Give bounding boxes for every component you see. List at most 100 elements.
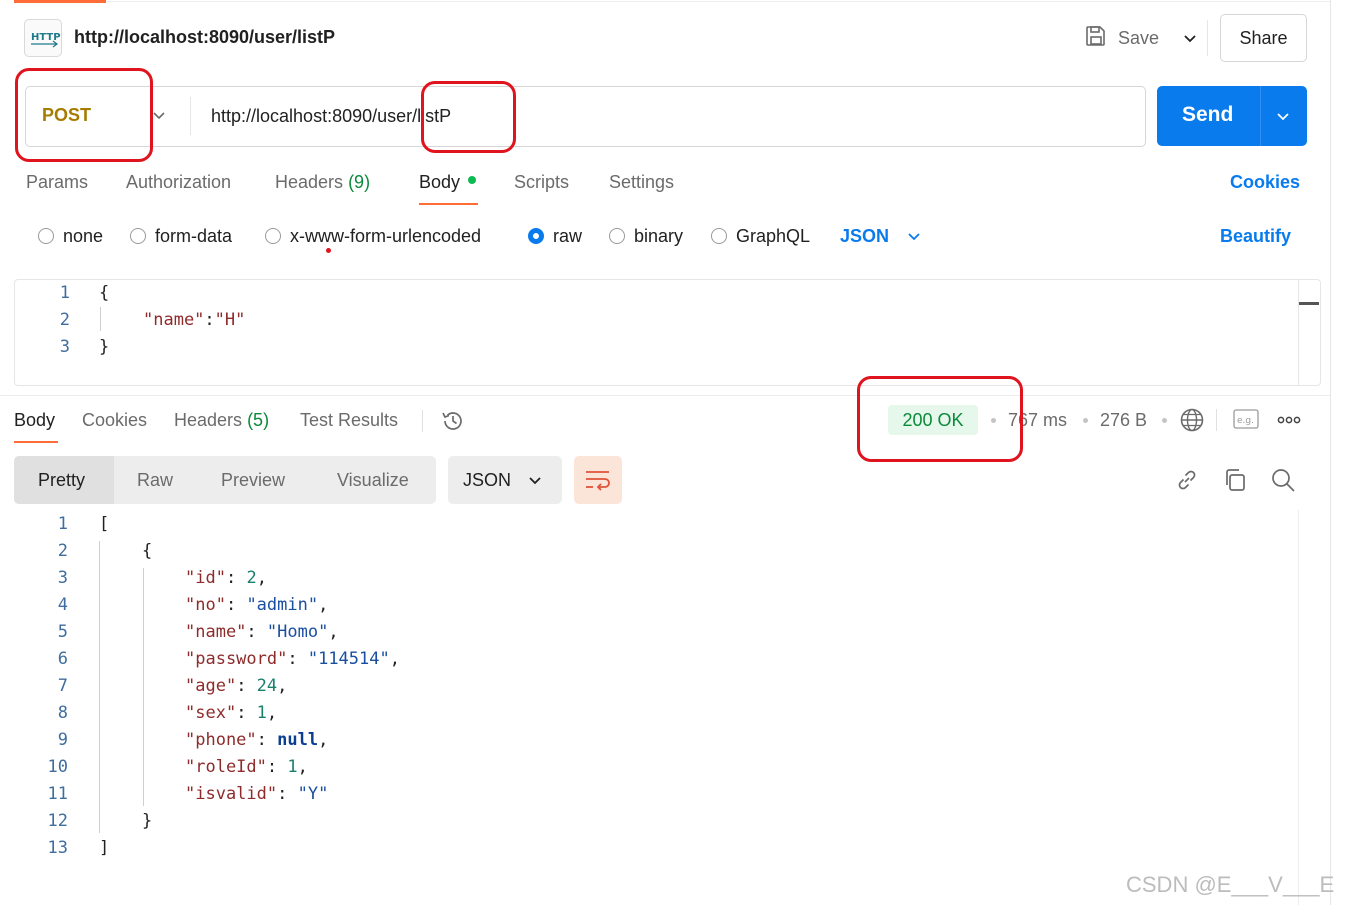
indent-guide [99,541,100,833]
url-input[interactable]: http://localhost:8090/user/listP [211,106,451,127]
radio-x-www-form-urlencoded[interactable]: x-www-form-urlencoded [265,226,481,246]
json-key: "age" [185,676,237,696]
tab-params[interactable]: Params [26,172,88,193]
beautify-button[interactable]: Beautify [1220,226,1291,247]
tab-settings[interactable]: Settings [609,172,674,193]
indent-guide [100,307,101,331]
line-number: 3 [59,337,70,357]
json-colon: : [225,595,247,615]
json-key: "phone" [185,730,257,750]
response-size[interactable]: 276 B [1100,410,1147,431]
json-value: "114514" [307,649,390,669]
tab-label: Headers [275,172,344,192]
json-comma: , [389,649,400,669]
svg-text:HTTP: HTTP [31,32,61,43]
http-icon: HTTP [24,19,62,57]
radio-none[interactable]: none [38,226,103,246]
json-colon: : [256,730,278,750]
code-line: "roleId": 1, [185,757,308,777]
code-token: { [99,283,110,303]
tab-authorization[interactable]: Authorization [126,172,231,193]
save-button[interactable]: Save [1084,22,1159,54]
code-line: "password": "114514", [185,649,400,669]
code-line: "sex": 1, [185,703,277,723]
radio-binary[interactable]: binary [609,226,683,246]
json-value: "admin" [246,595,319,615]
chevron-down-icon[interactable] [1274,107,1292,125]
json-key: "name" [185,622,247,642]
chevron-down-icon[interactable] [526,471,544,489]
tab-body[interactable]: Body [419,172,460,193]
line-number: 8 [57,703,68,723]
svg-text:e.g.: e.g. [1237,416,1254,426]
tab-scripts[interactable]: Scripts [514,172,569,193]
code-token: [ [99,514,110,534]
view-pretty[interactable]: Pretty [38,470,85,491]
chevron-down-icon[interactable] [1180,28,1200,48]
radio-graphql[interactable]: GraphQL [711,226,810,246]
radio-label: x-www-form-urlencoded [290,225,482,246]
json-key: "password" [185,649,288,669]
save-icon [1084,24,1108,53]
radio-raw[interactable]: raw [528,226,582,246]
search-icon[interactable] [1270,467,1296,498]
meta-separator [1162,418,1167,423]
line-number: 2 [57,541,68,561]
body-format-select[interactable]: JSON [840,226,889,247]
editor-scrollbar-track[interactable] [1298,280,1320,385]
json-value: 1 [256,703,267,723]
response-tab-test-results[interactable]: Test Results [300,410,398,431]
json-colon: : [287,649,308,669]
tab-headers[interactable]: Headers (9) [275,172,370,193]
json-comma: , [318,595,329,615]
json-value: "H" [214,310,246,330]
radio-label: raw [553,225,583,246]
code-token: } [99,337,110,357]
panel-divider[interactable] [0,395,1330,396]
json-key: "no" [185,595,226,615]
radio-circle [265,228,281,244]
line-number: 10 [47,757,68,777]
meta-separator [1083,418,1088,423]
divider [1260,86,1261,146]
line-number: 6 [57,649,68,669]
cookies-link[interactable]: Cookies [1230,172,1300,193]
json-key: "sex" [185,703,237,723]
globe-icon[interactable] [1179,407,1205,438]
json-key: "roleId" [185,757,267,777]
line-number: 13 [47,838,68,858]
response-scrollbar-track[interactable] [1298,510,1299,905]
divider [1216,409,1217,431]
watermark: CSDN @E___V___E [1126,872,1335,897]
copy-icon[interactable] [1222,467,1248,498]
view-preview[interactable]: Preview [221,470,285,491]
editor-scrollbar-thumb[interactable] [1299,302,1319,305]
code-line: "name": "Homo", [185,622,339,642]
wrap-lines-button[interactable] [574,456,622,504]
radio-circle [38,228,54,244]
response-tab-cookies[interactable]: Cookies [82,410,147,431]
body-indicator-dot [468,176,476,184]
line-number: 2 [59,310,70,330]
view-raw[interactable]: Raw [137,470,173,491]
chevron-down-icon[interactable] [905,227,923,245]
divider [190,97,191,135]
line-number: 12 [47,811,68,831]
request-body-editor[interactable] [14,279,1321,386]
history-icon[interactable] [440,408,466,439]
radio-circle [609,228,625,244]
example-icon[interactable]: e.g. [1233,408,1259,435]
response-tab-headers[interactable]: Headers (5) [174,410,269,431]
link-icon[interactable] [1174,467,1200,498]
json-comma: , [318,730,329,750]
radio-label: binary [634,225,684,246]
code-line: "isvalid": "Y" [185,784,328,804]
view-visualize[interactable]: Visualize [337,470,409,491]
request-title: http://localhost:8090/user/listP [74,27,336,47]
more-icon[interactable] [1277,410,1301,435]
radio-form-data[interactable]: form-data [130,226,232,246]
response-tab-body[interactable]: Body [14,410,55,431]
share-button[interactable]: Share [1220,14,1307,62]
json-comma: , [277,676,288,696]
code-line: "age": 24, [185,676,287,696]
